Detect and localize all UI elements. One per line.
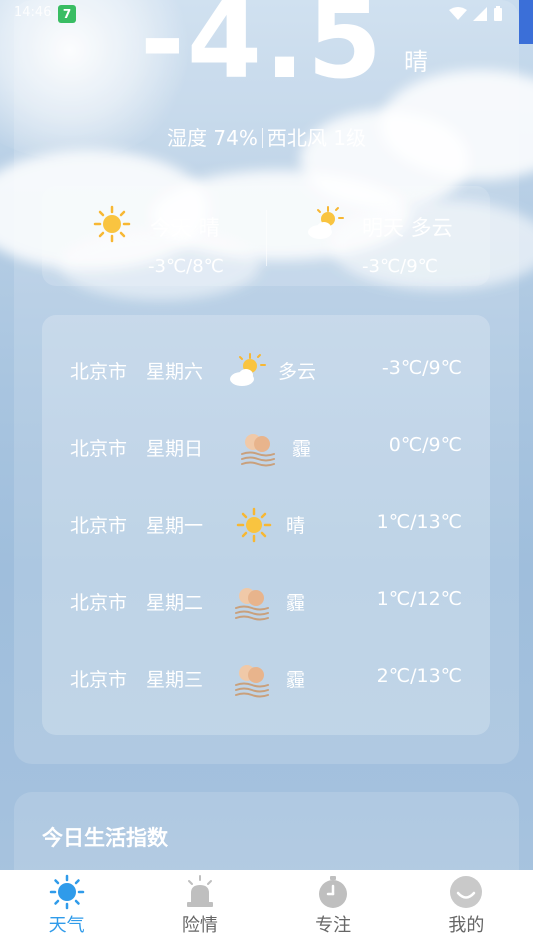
humidity-wind-line: 湿度 74% 西北风 1级 [0,122,533,151]
forecast-city: 北京市 [70,361,128,383]
forecast-row[interactable]: 北京市 星期日 霾 0℃/9℃ [42,422,490,472]
sun-icon [49,874,84,910]
tab-label: 我的 [448,915,485,936]
smile-icon [450,876,483,908]
haze-icon [235,588,269,621]
forecast-city: 北京市 [70,438,128,460]
forecast-row[interactable]: 北京市 星期六 多云 -3℃/9℃ [42,345,490,395]
forecast-list: 北京市 星期六 多云 -3℃/9℃ 北京市 星期日 霾 0℃/9℃ 北京市 星期… [42,315,490,735]
forecast-condition: 霾 [292,438,312,460]
forecast-range: 1℃/12℃ [376,588,462,610]
forecast-row[interactable]: 北京市 星期一 晴 1℃/13℃ [42,499,490,549]
haze-icon [235,665,269,698]
panel-divider [266,210,267,266]
tomorrow-label: 明天 多云 [362,216,453,240]
tomorrow-range: -3℃/9℃ [362,256,438,277]
forecast-row[interactable]: 北京市 星期二 霾 1℃/12℃ [42,576,490,626]
forecast-weekday: 星期二 [146,592,204,614]
wind-value: 西北风 1级 [266,126,366,150]
forecast-city: 北京市 [70,515,128,537]
forecast-weekday: 星期一 [146,515,204,537]
stopwatch-icon [319,876,348,908]
tab-focus[interactable]: 专注 [267,870,400,948]
forecast-row[interactable]: 北京市 星期三 霾 2℃/13℃ [42,653,490,703]
forecast-range: 2℃/13℃ [376,665,462,687]
tab-label: 专注 [315,915,352,936]
forecast-condition: 霾 [286,592,306,614]
forecast-weekday: 星期六 [146,361,204,383]
tab-alerts[interactable]: 险情 [133,870,266,948]
forecast-city: 北京市 [70,592,128,614]
forecast-condition: 多云 [278,361,317,383]
forecast-condition: 霾 [286,669,306,691]
today-tomorrow-panel: 今天 晴 -3℃/8℃ 明天 多云 -3℃/9℃ [42,186,490,286]
forecast-range: 1℃/13℃ [376,511,462,533]
partly-cloudy-icon [308,206,344,239]
tab-label: 险情 [181,915,218,936]
partly-cloudy-icon [230,353,266,386]
forecast-weekday: 星期三 [146,669,204,691]
life-index-title: 今日生活指数 [42,826,168,850]
divider [261,128,263,148]
today-label: 今天 晴 [150,216,220,240]
haze-icon [241,434,275,467]
humidity-value: 湿度 74% [167,126,258,150]
edge-accent [519,0,533,44]
forecast-condition: 晴 [286,515,306,537]
today-range: -3℃/8℃ [148,256,224,277]
forecast-range: 0℃/9℃ [388,434,462,456]
sun-icon [93,205,131,243]
tab-label: 天气 [48,915,85,936]
alarm-icon [186,875,213,907]
current-temperature: -4.5 [140,0,385,103]
tab-weather[interactable]: 天气 [0,870,133,948]
forecast-range: -3℃/9℃ [381,357,462,379]
bottom-tab-bar: 天气 险情 专注 我的 [0,870,533,948]
sun-icon [236,507,272,543]
forecast-weekday: 星期日 [146,438,204,460]
forecast-city: 北京市 [70,669,128,691]
current-condition: 晴 [404,48,428,76]
tab-profile[interactable]: 我的 [400,870,533,948]
